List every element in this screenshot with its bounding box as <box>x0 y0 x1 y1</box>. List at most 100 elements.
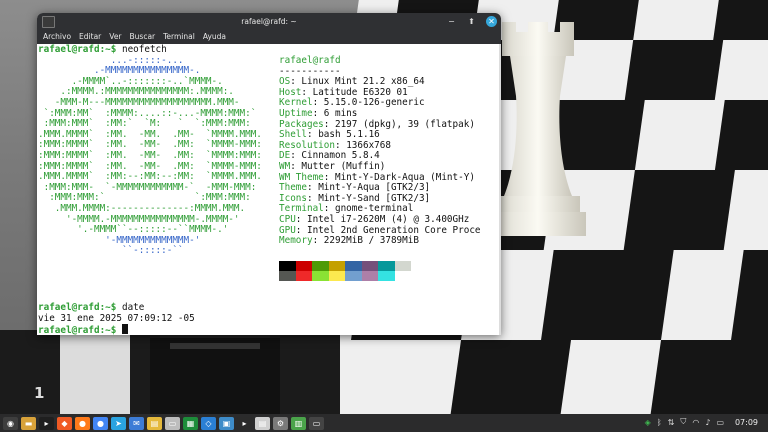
info-label: Host <box>279 86 302 98</box>
folder-icon[interactable]: ▬ <box>21 416 36 430</box>
prompt-line-3[interactable]: rafael@rafd:~$ <box>38 324 128 335</box>
info-label: Theme <box>279 182 307 194</box>
prompt: rafael@rafd:~$ <box>38 44 117 55</box>
terminal-window[interactable]: rafael@rafd: ~ − ⬆ ✕ Archivo Editar Ver … <box>37 13 501 335</box>
palette-swatch <box>345 271 362 281</box>
info-value: 6 mins <box>323 108 358 119</box>
wifi-icon[interactable]: ◠ <box>692 418 699 427</box>
files-icon[interactable]: ▭ <box>165 416 180 430</box>
menu-buscar[interactable]: Buscar <box>126 30 160 44</box>
menu-editar[interactable]: Editar <box>75 30 105 44</box>
menu-archivo[interactable]: Archivo <box>39 30 75 44</box>
board-rank-label: 1 <box>34 384 45 402</box>
info-value: 5.15.0-126-generic <box>323 97 425 109</box>
terminal2-icon[interactable]: ▸ <box>237 416 252 430</box>
info-value: gnome-terminal <box>334 203 414 215</box>
info-line: Memory: 2292MiB / 3789MiB <box>279 235 419 247</box>
mail-icon[interactable]: ✉ <box>129 416 144 430</box>
palette-swatch <box>378 271 395 281</box>
info-label: DE <box>279 150 291 162</box>
scrollbar[interactable] <box>499 44 501 335</box>
telegram-icon[interactable]: ➤ <box>111 416 126 430</box>
volume-icon[interactable]: ♪ <box>705 418 710 427</box>
text-editor-icon[interactable]: ▤ <box>255 416 270 430</box>
info-value: Intel 2nd Generation Core Proce <box>307 224 481 236</box>
software-icon[interactable]: ▥ <box>291 416 306 430</box>
info-label: CPU <box>279 214 296 225</box>
menu-ver[interactable]: Ver <box>105 30 125 44</box>
notes-icon[interactable]: ▤ <box>147 416 162 430</box>
prompt-line-2: rafael@rafd:~$ date <box>38 302 145 313</box>
info-value: bash 5.1.16 <box>318 129 380 141</box>
info-label: Shell <box>279 129 307 141</box>
date-output: vie 31 ene 2025 07:09:12 -05 <box>38 312 195 324</box>
chrome-icon[interactable]: ● <box>93 416 108 430</box>
window-titlebar[interactable]: rafael@rafd: ~ − ⬆ ✕ <box>37 13 501 30</box>
text-cursor <box>121 324 128 335</box>
logo-line: .MMM.MMMM:--------------:MMMM.MMM. <box>38 203 246 214</box>
palette-swatch <box>312 271 329 281</box>
info-value: 2292MiB / 3789MiB <box>323 235 419 247</box>
palette-swatch <box>295 261 312 271</box>
logo-line: -MMM-M---MMMMMMMMMMMMMMMMMMM.MMM- <box>38 97 240 108</box>
info-label: Terminal <box>279 203 324 215</box>
color-palette-bottom <box>279 271 411 281</box>
color-palette-top <box>279 261 411 271</box>
palette-swatch <box>345 261 362 271</box>
info-value: Cinnamon 5.8.4 <box>301 150 380 162</box>
battery-icon[interactable]: ▭ <box>716 418 724 427</box>
update-icon[interactable]: ◈ <box>645 418 651 427</box>
maximize-button[interactable]: ⬆ <box>466 16 477 27</box>
firefox-icon[interactable]: ● <box>75 416 90 430</box>
prompt-line-1: rafael@rafd:~$ neofetch <box>38 44 167 56</box>
terminal-icon[interactable]: ▸ <box>39 416 54 430</box>
logo-line: ``-:::::-`` <box>38 245 184 257</box>
clock[interactable]: 07:09 <box>735 418 758 427</box>
info-label: Packages <box>279 118 324 130</box>
palette-swatch <box>312 261 329 271</box>
palette-swatch <box>295 271 312 281</box>
shield-icon[interactable]: ⛉ <box>680 417 686 427</box>
close-button[interactable]: ✕ <box>486 16 497 27</box>
info-label: Memory <box>279 235 313 247</box>
info-label: GPU <box>279 224 296 236</box>
palette-swatch <box>394 271 411 281</box>
info-value: Latitude E6320 01 <box>312 86 408 98</box>
system-tray: ◈ ᛒ ⇅ ⛉ ◠ ♪ ▭ <box>645 417 724 427</box>
info-value: 1366x768 <box>346 139 391 151</box>
palette-swatch <box>279 261 296 271</box>
info-label: Uptime <box>279 108 313 119</box>
user-host: rafael@rafd <box>279 55 341 66</box>
info-value: 2197 (dpkg), 39 (flatpak) <box>334 118 475 130</box>
info-value: Mint-Y-Dark-Aqua (Mint-Y) <box>334 171 475 183</box>
window-icon[interactable]: ▭ <box>309 416 324 430</box>
logo-line: :MMM:MMMM` :MM. -MM- .MM: `MMMM:MMM: <box>38 150 262 161</box>
window-title: rafael@rafd: ~ <box>241 17 297 26</box>
spreadsheet-icon[interactable]: ▦ <box>183 416 198 430</box>
taskbar: ◉ ▬ ▸ ◆ ● ● ➤ ✉ ▤ ▭ ▦ ◇ ▣ ▸ ▤ ⚙ ▥ ▭ ◈ ᛒ ⇅ ⛉ ◠ ♪ ▭ 07:09 <box>0 414 768 432</box>
brave-icon[interactable]: ◆ <box>57 416 72 430</box>
palette-swatch <box>378 261 395 271</box>
menu-icon[interactable]: ◉ <box>3 416 18 430</box>
menu-ayuda[interactable]: Ayuda <box>199 30 230 44</box>
bluetooth-icon[interactable]: ᛒ <box>657 418 662 427</box>
screenshot-icon[interactable]: ▣ <box>219 416 234 430</box>
info-value: Linux Mint 21.2 x86_64 <box>301 76 425 88</box>
info-label: OS <box>279 76 291 88</box>
info-value: Mutter (Muffin) <box>301 161 386 172</box>
info-label: Kernel <box>279 97 313 109</box>
network-icon[interactable]: ⇅ <box>668 418 675 427</box>
info-label: WM Theme <box>279 171 324 183</box>
white-rook-piece <box>490 22 586 236</box>
info-label: Resolution <box>279 139 335 151</box>
menu-terminal[interactable]: Terminal <box>159 30 199 44</box>
info-value: Mint-Y-Aqua [GTK2/3] <box>318 182 431 194</box>
info-label: Icons <box>279 192 307 204</box>
info-value: Intel i7-2620M (4) @ 3.400GHz <box>307 214 470 225</box>
settings-icon[interactable]: ⚙ <box>273 416 288 430</box>
palette-swatch <box>361 261 378 271</box>
vscode-icon[interactable]: ◇ <box>201 416 216 430</box>
minimize-button[interactable]: − <box>446 16 457 27</box>
info-value: Mint-Y-Sand [GTK2/3] <box>318 192 431 204</box>
terminal-output[interactable]: rafael@rafd:~$ neofetch ...-:::::-... .-… <box>37 44 499 335</box>
